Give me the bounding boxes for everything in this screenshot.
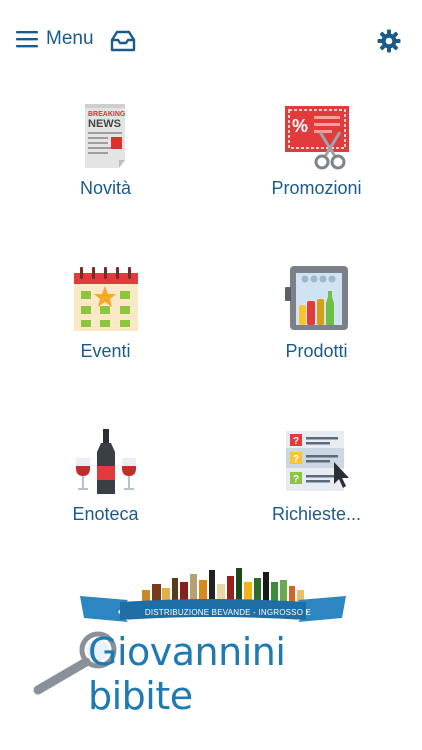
menu-button[interactable]: Menu [16, 28, 94, 50]
top-bar: Menu [0, 0, 422, 84]
tile-promozioni[interactable]: % Promozioni [211, 102, 422, 252]
newspaper-icon: BREAKING NEWS [85, 104, 126, 168]
tile-label: Enoteca [72, 504, 139, 524]
requests-icon: ??? [286, 431, 349, 491]
wine-icon [76, 429, 136, 494]
gear-icon [377, 29, 401, 53]
tile-label: Eventi [80, 341, 131, 361]
menu-label: Menu [46, 28, 94, 49]
coupon-icon: % [285, 106, 349, 170]
svg-text:?: ? [293, 474, 299, 485]
inbox-button[interactable] [110, 30, 136, 57]
tile-label: Prodotti [285, 341, 348, 361]
tile-label: Promozioni [271, 178, 362, 198]
tile-richieste[interactable]: ??? Richieste... [211, 428, 422, 578]
tile-label: Richieste... [271, 504, 362, 524]
svg-text:?: ? [293, 436, 299, 447]
brand-logo: DISTRIBUZIONE BEVANDE - INGROSSO E DETTA… [28, 560, 398, 718]
fridge-icon [285, 266, 348, 330]
news-icon-text-1: BREAKING [88, 111, 126, 118]
news-icon-text-2: NEWS [88, 118, 121, 130]
logo-title: Giovannini bibite [88, 630, 286, 718]
svg-text:?: ? [293, 454, 299, 465]
tile-label: Novità [79, 178, 132, 198]
hamburger-icon [16, 31, 38, 48]
tile-prodotti[interactable]: Prodotti [211, 265, 422, 415]
inbox-icon [110, 30, 136, 52]
tile-enoteca[interactable]: Enoteca [0, 428, 211, 578]
calendar-icon [74, 267, 138, 331]
settings-button[interactable] [377, 29, 401, 58]
tile-novita[interactable]: BREAKING NEWS Novità [0, 102, 211, 252]
svg-text:%: % [292, 116, 308, 136]
logo-banner-text: DISTRIBUZIONE BEVANDE - INGROSSO E DETTA… [144, 608, 312, 626]
tile-eventi[interactable]: Eventi [0, 265, 211, 415]
